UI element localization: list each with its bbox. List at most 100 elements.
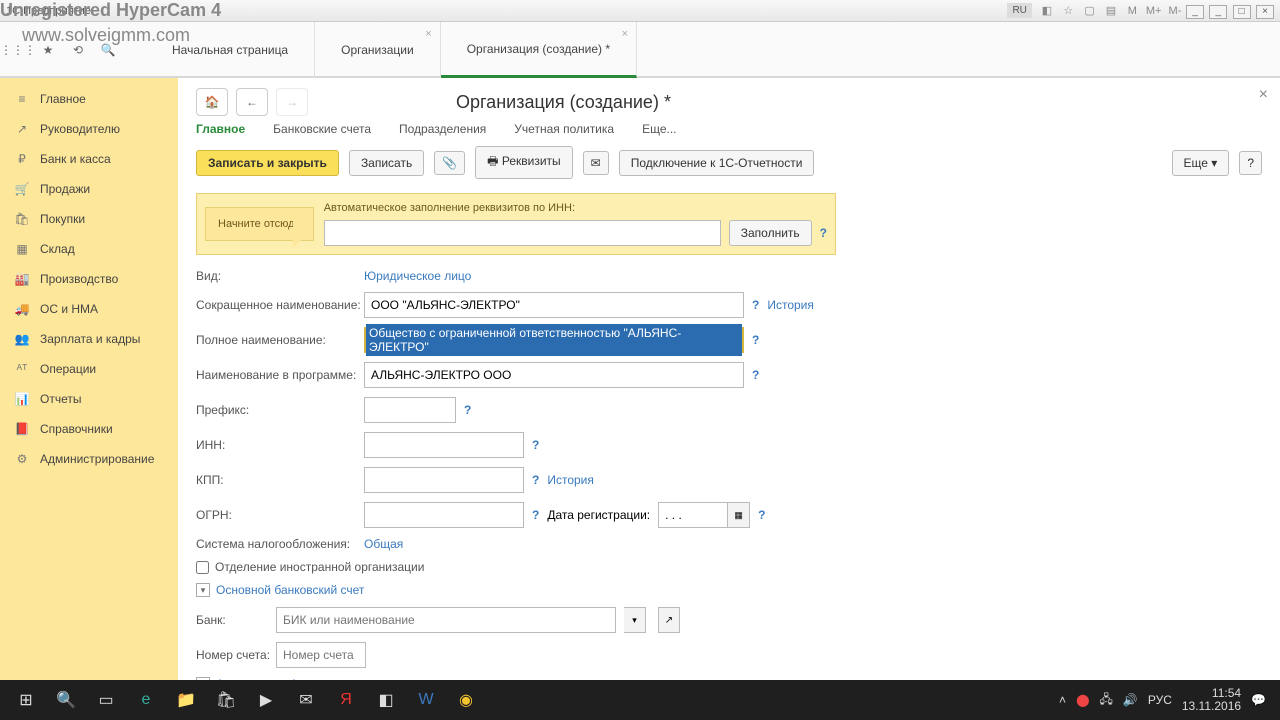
1c-icon[interactable]: ◉ bbox=[446, 680, 486, 720]
back-button[interactable]: ← bbox=[236, 88, 268, 116]
sidebar-item-manager[interactable]: ↗Руководителю bbox=[0, 114, 178, 144]
taskview-icon[interactable]: ▭ bbox=[86, 680, 126, 720]
regdate-input[interactable] bbox=[658, 502, 728, 528]
more-button[interactable]: Еще ▾ bbox=[1172, 150, 1230, 176]
star-icon[interactable]: ★ bbox=[38, 40, 58, 60]
fill-button[interactable]: Заполнить bbox=[729, 220, 812, 246]
help-icon[interactable]: ? bbox=[752, 333, 759, 347]
help-icon[interactable]: ? bbox=[758, 508, 765, 522]
favorite-icon[interactable]: ☆ bbox=[1060, 3, 1076, 19]
close-btn[interactable]: × bbox=[1256, 5, 1274, 19]
foreign-checkbox[interactable] bbox=[196, 561, 209, 574]
bank-input[interactable] bbox=[276, 607, 616, 633]
edge-icon[interactable]: e bbox=[126, 680, 166, 720]
prefix-input[interactable] bbox=[364, 397, 456, 423]
save-close-button[interactable]: Записать и закрыть bbox=[196, 150, 339, 176]
help-icon[interactable]: ? bbox=[820, 226, 827, 240]
app-icon[interactable]: ◧ bbox=[366, 680, 406, 720]
tool-icon[interactable]: ▢ bbox=[1082, 3, 1098, 19]
calc-icon[interactable]: ▤ bbox=[1103, 3, 1119, 19]
help-icon[interactable]: ? bbox=[532, 438, 539, 452]
save-button[interactable]: Записать bbox=[349, 150, 424, 176]
minimize-btn[interactable]: _ bbox=[1209, 5, 1227, 19]
volume-icon[interactable]: 🔊 bbox=[1123, 693, 1138, 707]
sidebar-item-bank[interactable]: ₽Банк и касса bbox=[0, 144, 178, 174]
close-icon[interactable]: × bbox=[622, 28, 628, 40]
tab-home[interactable]: Начальная страница bbox=[146, 22, 315, 78]
search-icon[interactable]: 🔍 bbox=[46, 680, 86, 720]
requisites-button[interactable]: 🖶 Реквизиты bbox=[475, 146, 572, 179]
sidebar-item-catalogs[interactable]: 📕Справочники bbox=[0, 414, 178, 444]
start-button[interactable]: ⊞ bbox=[6, 680, 46, 720]
help-icon[interactable]: ? bbox=[532, 508, 539, 522]
help-icon[interactable]: ? bbox=[532, 473, 539, 487]
tab-org-create[interactable]: Организация (создание) *× bbox=[441, 22, 637, 78]
sidebar-item-purchases[interactable]: 🛍Покупки bbox=[0, 204, 178, 234]
kpp-input[interactable] bbox=[364, 467, 524, 493]
apps-icon[interactable]: ⋮⋮⋮ bbox=[8, 40, 28, 60]
yandex-icon[interactable]: Я bbox=[326, 680, 366, 720]
record-icon[interactable]: ⬤ bbox=[1076, 693, 1089, 707]
close-icon[interactable]: × bbox=[425, 28, 431, 40]
home-button[interactable]: 🏠 bbox=[196, 88, 228, 116]
short-name-input[interactable] bbox=[364, 292, 744, 318]
calendar-icon[interactable]: ▦ bbox=[728, 502, 750, 528]
maximize-btn[interactable]: □ bbox=[1233, 5, 1251, 19]
history-link[interactable]: История bbox=[767, 298, 814, 312]
inn-input[interactable] bbox=[364, 432, 524, 458]
dropdown-icon[interactable]: ▾ bbox=[624, 607, 646, 633]
ogrn-input[interactable] bbox=[364, 502, 524, 528]
inn-autofill-input[interactable] bbox=[324, 220, 721, 246]
explorer-icon[interactable]: 📁 bbox=[166, 680, 206, 720]
tool-icon[interactable]: ◧ bbox=[1039, 3, 1055, 19]
sidebar-item-assets[interactable]: 🚚ОС и НМА bbox=[0, 294, 178, 324]
tool-icon[interactable]: M bbox=[1124, 3, 1140, 19]
minimize-btn[interactable]: _ bbox=[1186, 5, 1204, 19]
sidebar-item-main[interactable]: ≡Главное bbox=[0, 84, 178, 114]
connect-button[interactable]: Подключение к 1С-Отчетности bbox=[619, 150, 815, 176]
movies-icon[interactable]: ▶ bbox=[246, 680, 286, 720]
tax-value[interactable]: Общая bbox=[364, 537, 403, 551]
open-icon[interactable]: ↗ bbox=[658, 607, 680, 633]
sidebar-item-production[interactable]: 🏭Производство bbox=[0, 264, 178, 294]
account-input[interactable] bbox=[276, 642, 366, 668]
sidebar-item-operations[interactable]: ᴬᵀОперации bbox=[0, 354, 178, 384]
sidebar-item-reports[interactable]: 📊Отчеты bbox=[0, 384, 178, 414]
store-icon[interactable]: 🛍 bbox=[206, 680, 246, 720]
tray-icon[interactable]: ˄ bbox=[1059, 693, 1066, 707]
help-icon[interactable]: ? bbox=[464, 403, 471, 417]
search-icon[interactable]: 🔍 bbox=[98, 40, 118, 60]
sidebar-item-salary[interactable]: 👥Зарплата и кадры bbox=[0, 324, 178, 354]
subtab-bank[interactable]: Банковские счета bbox=[273, 122, 371, 136]
mail-icon[interactable]: ✉ bbox=[286, 680, 326, 720]
history-icon[interactable]: ⟲ bbox=[68, 40, 88, 60]
subtab-accounting[interactable]: Учетная политика bbox=[514, 122, 614, 136]
close-page-icon[interactable]: × bbox=[1259, 86, 1268, 104]
kind-value[interactable]: Юридическое лицо bbox=[364, 269, 471, 283]
forward-button[interactable]: → bbox=[276, 88, 308, 116]
subtab-main[interactable]: Главное bbox=[196, 122, 245, 136]
prog-name-input[interactable] bbox=[364, 362, 744, 388]
subtab-divisions[interactable]: Подразделения bbox=[399, 122, 486, 136]
sidebar-item-sales[interactable]: 🛒Продажи bbox=[0, 174, 178, 204]
full-name-input[interactable]: Общество с ограниченной ответственностью… bbox=[364, 327, 744, 353]
subtab-more[interactable]: Еще... bbox=[642, 122, 676, 136]
network-icon[interactable]: 🖧 bbox=[1100, 690, 1113, 711]
lang-indicator[interactable]: RU bbox=[1007, 3, 1031, 18]
help-icon[interactable]: ? bbox=[752, 368, 759, 382]
tool-icon[interactable]: M- bbox=[1167, 3, 1183, 19]
sidebar-item-warehouse[interactable]: ▦Склад bbox=[0, 234, 178, 264]
history-link[interactable]: История bbox=[547, 473, 594, 487]
word-icon[interactable]: W bbox=[406, 680, 446, 720]
help-button[interactable]: ? bbox=[1239, 151, 1262, 175]
bank-section-toggle[interactable]: ▾ Основной банковский счет bbox=[196, 583, 1036, 597]
tab-orgs[interactable]: Организации× bbox=[315, 22, 441, 78]
tool-icon[interactable]: M+ bbox=[1146, 3, 1162, 19]
notifications-icon[interactable]: 💬 bbox=[1251, 693, 1266, 707]
attach-button[interactable]: 📎 bbox=[434, 151, 465, 175]
lang-icon[interactable]: РУС bbox=[1148, 693, 1172, 707]
clock[interactable]: 11:54 13.11.2016 bbox=[1182, 687, 1241, 713]
sidebar-item-admin[interactable]: ⚙Администрирование bbox=[0, 444, 178, 474]
mail-button[interactable]: ✉ bbox=[583, 151, 609, 175]
help-icon[interactable]: ? bbox=[752, 298, 759, 312]
